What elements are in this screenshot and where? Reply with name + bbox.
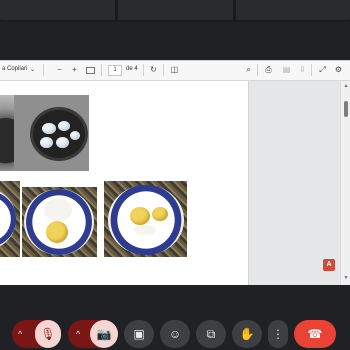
top-tile-right	[236, 0, 350, 20]
egg-yolk	[46, 221, 68, 243]
vertical-scrollbar[interactable]: ▲ ▼	[340, 81, 350, 285]
camera-control: ^ 📷	[68, 320, 118, 348]
toolbar-separator	[101, 64, 102, 76]
search-icon[interactable]: ⌕	[244, 65, 253, 74]
zoom-out-button[interactable]: −	[55, 65, 64, 74]
call-controls: ^ 🎙 ^ 📷 ▣ ☺ ⧉ ✋ ⋮ ☎	[0, 320, 350, 350]
mic-muted-icon[interactable]: 🎙	[35, 320, 61, 348]
captions-icon: ⧉	[206, 327, 216, 341]
scroll-up-icon[interactable]: ▲	[343, 83, 349, 89]
egg	[42, 123, 56, 134]
fit-page-icon[interactable]	[86, 67, 95, 74]
raise-hand-button[interactable]: ✋	[232, 320, 262, 348]
zoom-in-button[interactable]: +	[70, 65, 79, 74]
present-screen-button[interactable]: ▣	[124, 320, 154, 348]
document-title: a Copilari	[2, 66, 28, 72]
toolbar-separator	[311, 64, 312, 76]
egg-yolk	[130, 207, 150, 225]
toolbar-separator	[43, 64, 44, 76]
rotate-icon[interactable]: ↻	[149, 65, 158, 74]
more-vert-icon: ⋮	[272, 327, 284, 341]
egg-yolk	[152, 207, 168, 221]
pdf-side-panel	[248, 81, 341, 285]
save-icon[interactable]: ▤	[282, 65, 291, 74]
boiling-eggs-pan	[14, 95, 89, 171]
egg	[70, 131, 80, 140]
egg-white	[134, 225, 156, 235]
egg	[56, 137, 69, 148]
mic-control: ^ 🎙	[12, 320, 61, 348]
plate	[0, 189, 16, 249]
settings-icon[interactable]: ⚙	[334, 65, 343, 74]
plate-egg-yolks	[104, 181, 187, 257]
title-chevron-icon[interactable]: ⌄	[30, 66, 35, 73]
pdf-app-icon[interactable]: A	[323, 259, 335, 271]
emoji-icon: ☺	[168, 327, 182, 341]
egg-white	[44, 199, 72, 221]
end-call-button[interactable]: ☎	[294, 320, 336, 348]
page-total: de 4	[126, 66, 138, 72]
camera-options-chevron-icon[interactable]: ^	[76, 320, 80, 348]
shared-screen: a Copilari ⌄ − + 1 de 4 ↻ ◫ ⌕ ⎙ ▤ ⇩ ⤢ ⚙	[0, 60, 350, 285]
top-tile-left	[0, 0, 115, 20]
toolbar-separator	[143, 64, 144, 76]
plate-eggs-left	[0, 181, 20, 257]
hand-icon: ✋	[239, 327, 255, 341]
page-number-input[interactable]: 1	[108, 65, 122, 76]
pdf-page	[0, 81, 248, 285]
expand-icon[interactable]: ⤢	[318, 65, 327, 74]
top-bar	[0, 0, 350, 22]
download-icon[interactable]: ⇩	[298, 65, 307, 74]
print-icon[interactable]: ⎙	[264, 65, 273, 74]
top-tile-middle	[118, 0, 233, 20]
scroll-down-icon[interactable]: ▼	[343, 275, 349, 281]
pdf-toolbar: a Copilari ⌄ − + 1 de 4 ↻ ◫ ⌕ ⎙ ▤ ⇩ ⤢ ⚙	[0, 61, 350, 81]
camera-off-icon[interactable]: 📷	[90, 320, 118, 348]
egg	[40, 137, 53, 148]
emoji-button[interactable]: ☺	[160, 320, 190, 348]
toolbar-separator	[163, 64, 164, 76]
boiling-eggs-pan-left	[0, 95, 14, 171]
egg	[58, 121, 70, 131]
toolbar-separator	[257, 64, 258, 76]
scrollbar-thumb[interactable]	[344, 101, 348, 117]
present-icon: ▣	[133, 327, 145, 341]
mic-options-chevron-icon[interactable]: ^	[18, 320, 22, 348]
plate-egg-white	[22, 187, 97, 257]
captions-button[interactable]: ⧉	[196, 320, 226, 348]
more-options-button[interactable]: ⋮	[268, 320, 288, 348]
end-call-icon: ☎	[307, 327, 323, 341]
sidebar-toggle-icon[interactable]: ◫	[170, 65, 179, 74]
